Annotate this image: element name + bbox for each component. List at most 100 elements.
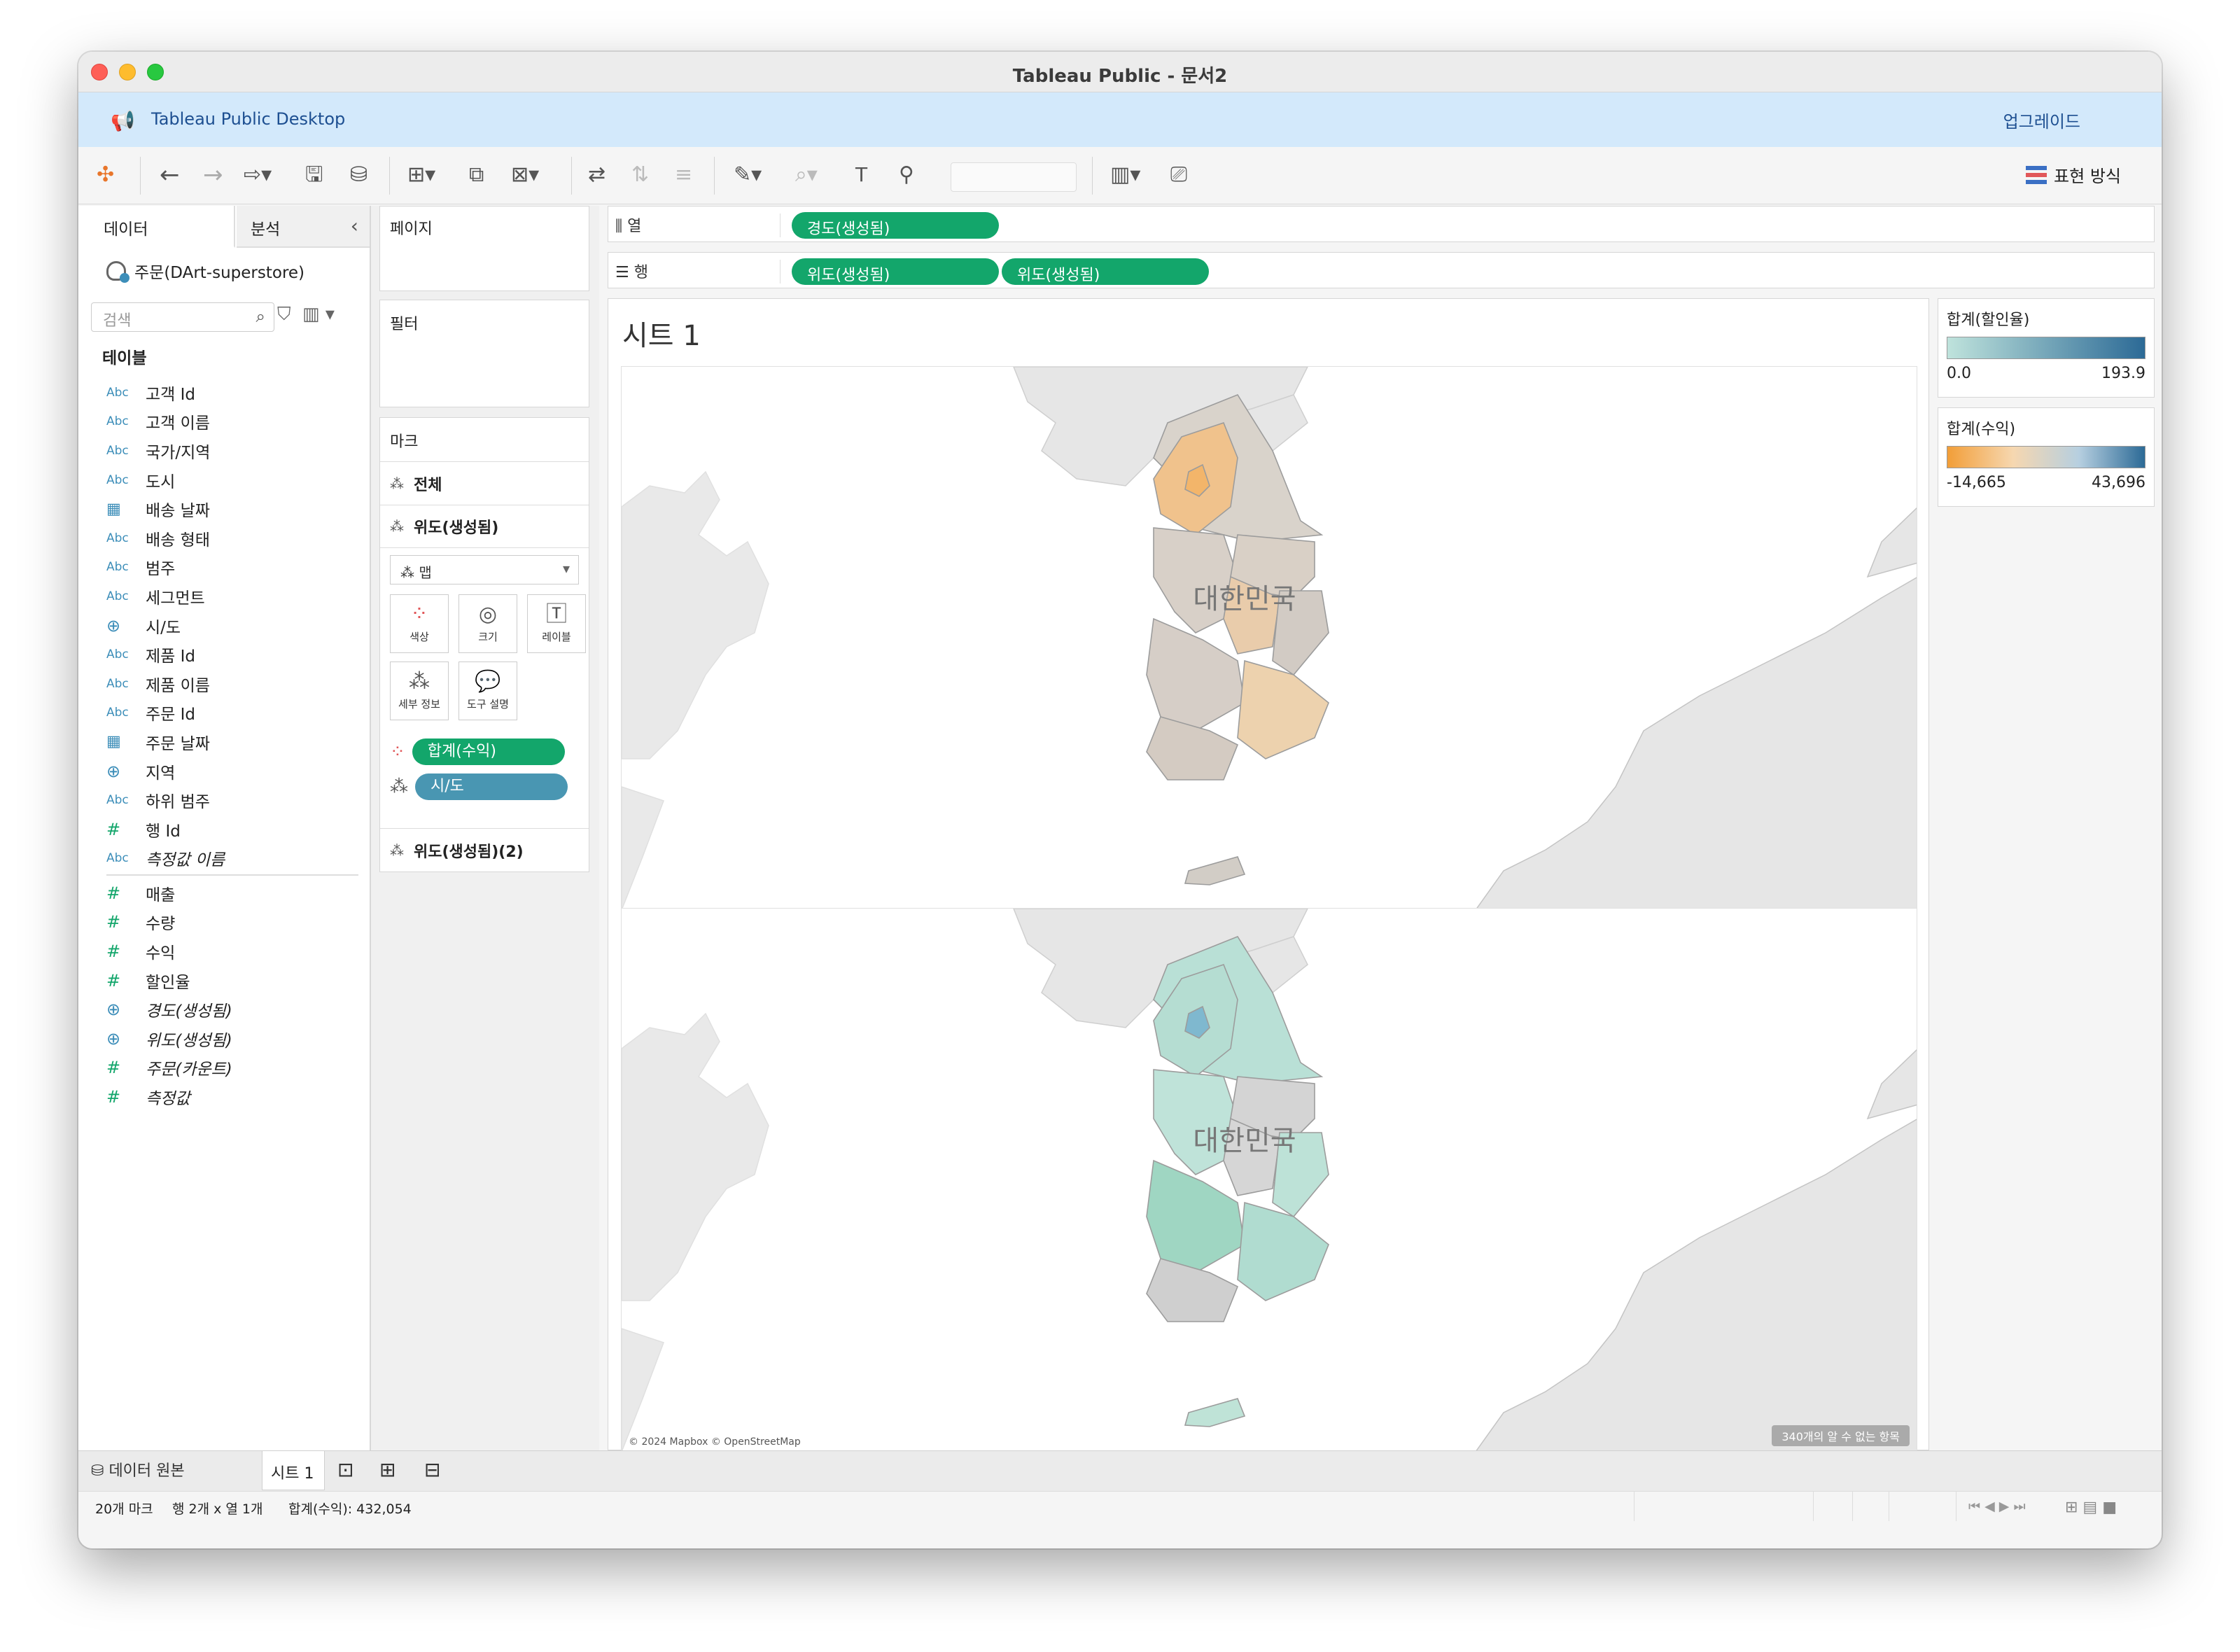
back-icon[interactable]: ←: [160, 161, 180, 189]
tab-analysis[interactable]: 분석: [237, 206, 370, 248]
number-type-icon: #: [106, 941, 121, 962]
field-item[interactable]: Abc 배송 형태: [106, 524, 358, 553]
label-button[interactable]: 🅃 레이블: [527, 594, 586, 653]
japan-landmass: [1866, 1049, 1917, 1120]
sheet-nav-icons[interactable]: ⏮ ◀ ▶ ⏭: [1968, 1499, 2026, 1514]
field-label: 제품 이름: [146, 676, 210, 695]
legend-discount[interactable]: 합계(할인율) 0.0 193.9: [1938, 298, 2155, 398]
number-type-icon: #: [106, 1087, 121, 1107]
detail-button[interactable]: ⁂ 세부 정보: [390, 662, 449, 720]
field-item[interactable]: Abc 하위 범주: [106, 785, 358, 815]
filter-and-view-icons[interactable]: ⛉ ▥ ▾: [277, 304, 335, 326]
collapse-chevron-icon[interactable]: ‹: [351, 214, 358, 237]
korea-region: [1237, 659, 1329, 760]
new-datasource-icon[interactable]: ⛁: [350, 161, 368, 189]
unknown-items-badge[interactable]: 340개의 알 수 없는 항목: [1772, 1425, 1910, 1446]
map-marks-icon: ⁂: [400, 564, 419, 581]
tooltip-button[interactable]: 💬 도구 설명: [458, 662, 517, 720]
duplicate-sheet-icon[interactable]: ⧉: [469, 161, 484, 189]
search-input[interactable]: 검색 ⌕: [91, 302, 274, 332]
marks-lat2-row[interactable]: ⁂ 위도(생성됨)(2): [380, 828, 589, 872]
size-button[interactable]: ◎ 크기: [458, 594, 517, 653]
field-item[interactable]: ⊕ 경도(생성됨): [106, 995, 358, 1024]
field-item[interactable]: Abc 범주: [106, 553, 358, 582]
number-type-icon: #: [106, 883, 121, 903]
field-item[interactable]: ▦ 주문 날짜: [106, 727, 358, 757]
fit-dropdown[interactable]: [951, 162, 1077, 192]
korea-region: [1184, 856, 1246, 886]
save-icon[interactable]: 🖫: [305, 161, 323, 189]
field-item[interactable]: Abc 제품 이름: [106, 669, 358, 699]
field-item[interactable]: # 행 Id: [106, 815, 358, 844]
tab-data[interactable]: 데이터: [78, 206, 235, 248]
field-item[interactable]: ⊕ 지역: [106, 757, 358, 786]
new-story-icon[interactable]: ⊟: [424, 1458, 440, 1481]
field-item[interactable]: Abc 주문 Id: [106, 699, 358, 728]
highlight-icon[interactable]: ✎▾: [734, 161, 762, 189]
sort-asc-icon[interactable]: ⇅: [631, 161, 649, 189]
sort-desc-icon[interactable]: ≡: [675, 161, 692, 189]
field-item[interactable]: Abc 도시: [106, 465, 358, 495]
field-item[interactable]: Abc 측정값 이름: [106, 844, 358, 874]
field-item[interactable]: Abc 제품 Id: [106, 640, 358, 669]
korea-region: [1146, 1258, 1239, 1322]
swap-icon[interactable]: ⇄: [588, 161, 606, 189]
field-item[interactable]: Abc 세그먼트: [106, 582, 358, 611]
pin-icon[interactable]: ⚲: [899, 161, 914, 189]
new-worksheet-icon[interactable]: ⊞▾: [407, 161, 435, 189]
cards-pane: 페이지 필터 마크 ⁂전체 ⁂위도(생성됨) ⁂ 맵 ⁘색상 ◎크기 🅃레이블 …: [371, 206, 599, 1450]
datasource-item[interactable]: 주문(DArt-superstore): [106, 259, 304, 283]
status-sum: 합계(수익): 432,054: [288, 1502, 412, 1517]
undo-redo-icon[interactable]: ⇨▾: [244, 161, 272, 189]
sheet-title[interactable]: 시트 1: [622, 313, 701, 354]
pages-card[interactable]: 페이지: [379, 206, 589, 291]
field-item[interactable]: # 매출: [106, 878, 358, 908]
show-cards-icon[interactable]: ▥▾: [1110, 161, 1140, 189]
map-top[interactable]: 대한민국: [621, 366, 1917, 909]
field-item[interactable]: # 할인율: [106, 966, 358, 995]
map-marks-icon: ⁂: [390, 518, 404, 535]
field-item[interactable]: ⊕ 위도(생성됨): [106, 1024, 358, 1054]
new-worksheet-icon[interactable]: ⊡: [337, 1458, 354, 1481]
pill-sido[interactable]: 시/도: [415, 774, 568, 800]
pill-longitude[interactable]: 경도(생성됨): [792, 212, 999, 239]
forward-icon[interactable]: →: [203, 161, 223, 189]
string-type-icon: Abc: [106, 676, 129, 691]
field-item[interactable]: # 주문(카운트): [106, 1054, 358, 1083]
legend-profit[interactable]: 합계(수익) -14,665 43,696: [1938, 407, 2155, 507]
field-item[interactable]: # 수익: [106, 937, 358, 966]
tableau-logo-icon[interactable]: ✣: [97, 161, 114, 189]
field-item[interactable]: ⊕ 시/도: [106, 611, 358, 640]
show-labels-icon[interactable]: T: [855, 161, 867, 189]
sheet-tab[interactable]: 시트 1: [262, 1451, 325, 1490]
field-label: 매출: [146, 886, 176, 904]
map-bottom[interactable]: 대한민국 © 2024 Mapbox © OpenStreetMap 340개의…: [621, 908, 1917, 1451]
field-item[interactable]: Abc 고객 Id: [106, 378, 358, 407]
datasource-tab[interactable]: ⛁ 데이터 원본: [91, 1458, 185, 1480]
rows-shelf[interactable]: ☰ 행 위도(생성됨) 위도(생성됨): [608, 252, 2155, 288]
field-item[interactable]: # 수량: [106, 908, 358, 937]
field-item[interactable]: Abc 국가/지역: [106, 436, 358, 465]
field-item[interactable]: # 측정값: [106, 1082, 358, 1112]
field-item[interactable]: Abc 고객 이름: [106, 407, 358, 437]
clear-sheet-icon[interactable]: ⊠▾: [511, 161, 539, 189]
presentation-icon[interactable]: ⎚: [1170, 161, 1187, 189]
marks-lat1-row[interactable]: ⁂ 위도(생성됨): [380, 505, 589, 548]
mark-type-select[interactable]: ⁂ 맵: [390, 555, 579, 584]
color-button[interactable]: ⁘ 색상: [390, 594, 449, 653]
upgrade-link[interactable]: 업그레이드: [2003, 108, 2080, 132]
new-dashboard-icon[interactable]: ⊞: [379, 1458, 396, 1481]
filters-card[interactable]: 필터: [379, 300, 589, 407]
legend-profit-ramp: [1947, 446, 2146, 468]
pill-sum-profit[interactable]: 합계(수익): [412, 738, 565, 765]
pill-latitude-1[interactable]: 위도(생성됨): [792, 258, 999, 285]
pill-latitude-2[interactable]: 위도(생성됨): [1002, 258, 1209, 285]
show-me-button[interactable]: 표현 방식: [2026, 162, 2121, 187]
field-item[interactable]: ▦ 배송 날짜: [106, 494, 358, 524]
view-mode-icons[interactable]: ⊞ ▤ ■: [2065, 1499, 2117, 1516]
field-label: 고객 Id: [146, 385, 196, 404]
number-type-icon: #: [106, 970, 121, 990]
columns-shelf[interactable]: ⫼ 열 경도(생성됨): [608, 206, 2155, 242]
group-icon[interactable]: ⌕▾: [795, 161, 818, 189]
marks-all-row[interactable]: ⁂ 전체: [380, 461, 589, 505]
